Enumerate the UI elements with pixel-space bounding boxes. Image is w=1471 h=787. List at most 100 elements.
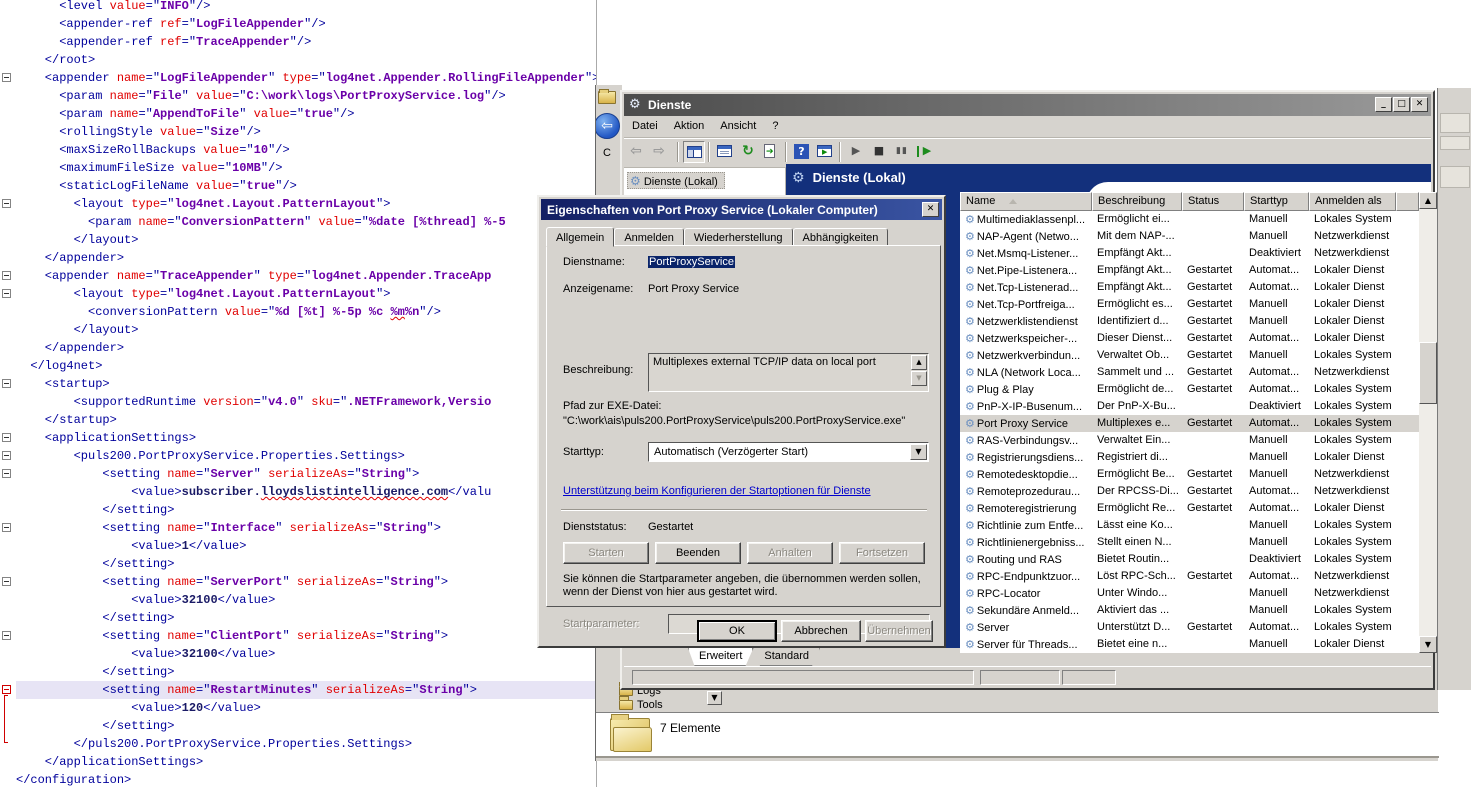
maximize-button[interactable]: □ <box>1393 97 1410 112</box>
table-row[interactable]: ⚙Net.Msmq-Listener...Empfängt Akt...Deak… <box>960 245 1419 262</box>
starten-button[interactable]: Starten <box>563 542 649 564</box>
table-row[interactable]: ⚙NLA (Network Loca...Sammelt und ...Gest… <box>960 364 1419 381</box>
back-icon[interactable]: ⇦ <box>625 141 647 163</box>
services-table[interactable]: NameBeschreibungStatusStarttypAnmelden a… <box>960 192 1437 653</box>
dialog-close-button[interactable]: ✕ <box>922 202 939 217</box>
fold-toggle-icon[interactable] <box>2 271 11 280</box>
beschreibung-box[interactable]: Multiplexes external TCP/IP data on loca… <box>648 353 929 392</box>
table-row[interactable]: ⚙RemoteregistrierungErmöglicht Re...Gest… <box>960 500 1419 517</box>
extended-view-icon[interactable] <box>814 141 836 163</box>
table-row[interactable]: ⚙Sekundäre Anmeld...Aktiviert das ...Man… <box>960 602 1419 619</box>
menu-item-ansicht[interactable]: Ansicht <box>712 116 764 138</box>
restart-service-icon[interactable]: ▶ <box>914 141 936 163</box>
tab-allgemein[interactable]: Allgemein <box>546 227 614 247</box>
table-row[interactable]: ⚙Server für Threads...Bietet eine n...Ma… <box>960 636 1419 653</box>
table-row[interactable]: ⚙PnP-X-IP-Busenum...Der PnP-X-Bu...Deakt… <box>960 398 1419 415</box>
table-row[interactable]: ⚙Net.Pipe-Listenera...Empfängt Akt...Ges… <box>960 262 1419 279</box>
ok-button[interactable]: OK <box>697 620 777 642</box>
fold-toggle-icon[interactable] <box>2 631 11 640</box>
scrollbar-thumb[interactable] <box>1419 342 1437 404</box>
tab-wiederherstellung[interactable]: Wiederherstellung <box>684 228 793 246</box>
table-row[interactable]: ⚙Richtlinie zum Entfe...Lässt eine Ko...… <box>960 517 1419 534</box>
menu-item-datei[interactable]: Datei <box>624 116 666 138</box>
minimize-button[interactable]: _ <box>1375 97 1392 112</box>
chevron-down-icon[interactable]: ▼ <box>910 444 927 460</box>
column-header-beschreibung[interactable]: Beschreibung <box>1092 192 1182 211</box>
table-scrollbar[interactable]: ▲ ▼ <box>1419 192 1437 653</box>
fold-toggle-icon[interactable] <box>2 379 11 388</box>
table-row[interactable]: ⚙Richtlinienergebniss...Stellt einen N..… <box>960 534 1419 551</box>
table-row[interactable]: ⚙NAP-Agent (Netwo...Mit dem NAP-...Manue… <box>960 228 1419 245</box>
table-cell: ⚙Multimediaklassenpl... <box>960 211 1092 228</box>
fold-toggle-icon[interactable] <box>2 289 11 298</box>
beenden-button[interactable]: Beenden <box>655 542 741 564</box>
refresh-icon[interactable]: ↻ <box>737 141 759 163</box>
start-service-icon[interactable]: ▶ <box>845 141 867 163</box>
table-row[interactable]: ⚙Multimediaklassenpl...Ermöglicht ei...M… <box>960 211 1419 228</box>
column-header-anmelden-als[interactable]: Anmelden als <box>1309 192 1396 211</box>
startoptions-help-link[interactable]: Unterstützung beim Konfigurieren der Sta… <box>563 485 871 497</box>
editor-fold-gutter[interactable] <box>0 0 16 787</box>
table-row[interactable]: ⚙Remoteprozedurau...Der RPCSS-Di...Gesta… <box>960 483 1419 500</box>
show-console-tree-icon[interactable] <box>683 141 705 163</box>
table-row[interactable]: ⚙Netzwerkverbindun...Verwaltet Ob...Gest… <box>960 347 1419 364</box>
anhalten-button[interactable]: Anhalten <box>747 542 833 564</box>
table-row[interactable]: ⚙Net.Tcp-Listenerad...Empfängt Akt...Ges… <box>960 279 1419 296</box>
table-row[interactable]: ⚙Remotedesktopdie...Ermöglicht Be...Gest… <box>960 466 1419 483</box>
fold-toggle-icon[interactable] <box>2 469 11 478</box>
code-line: </log4net> <box>16 357 597 375</box>
starttyp-combobox[interactable]: Automatisch (Verzögerter Start) ▼ <box>648 442 929 462</box>
code-editor[interactable]: <level value="INFO"/> <appender-ref ref=… <box>0 0 597 787</box>
folder-item[interactable]: Tools <box>619 699 663 712</box>
table-row[interactable]: ⚙RPC-Endpunktzuor...Löst RPC-Sch...Gesta… <box>960 568 1419 585</box>
view-tab-erweitert[interactable]: Erweitert <box>688 648 753 666</box>
dienstname-value[interactable]: PortProxyService <box>648 256 735 268</box>
menu-item-help[interactable]: ? <box>764 116 786 138</box>
uebernehmen-button[interactable]: Übernehmen <box>865 620 933 642</box>
table-cell: Gestartet <box>1182 500 1244 517</box>
stop-service-icon[interactable]: ■ <box>868 141 890 163</box>
fold-toggle-icon[interactable] <box>2 523 11 532</box>
fold-toggle-icon[interactable] <box>2 433 11 442</box>
fold-toggle-icon[interactable] <box>2 199 11 208</box>
fold-toggle-icon[interactable] <box>2 577 11 586</box>
scroll-up-button[interactable]: ▲ <box>1419 192 1437 209</box>
table-row[interactable]: ⚙Net.Tcp-Portfreiga...Ermöglicht es...Ge… <box>960 296 1419 313</box>
table-row[interactable]: ⚙Routing und RASBietet Routin...Deaktivi… <box>960 551 1419 568</box>
fold-toggle-icon[interactable] <box>2 73 11 82</box>
table-row[interactable]: ⚙RAS-Verbindungsv...Verwaltet Ein...Manu… <box>960 432 1419 449</box>
scroll-down-button[interactable]: ▼ <box>1419 636 1437 653</box>
services-titlebar[interactable]: ⚙ Dienste _□✕ <box>624 94 1431 116</box>
menu-item-aktion[interactable]: Aktion <box>666 116 713 138</box>
help-icon[interactable]: ? <box>791 141 813 163</box>
table-row[interactable]: ⚙NetzwerklistendienstIdentifiziert d...G… <box>960 313 1419 330</box>
scroll-down-button[interactable]: ▼ <box>911 371 927 386</box>
dialog-titlebar[interactable]: Eigenschaften von Port Proxy Service (Lo… <box>541 199 942 220</box>
column-header-name[interactable]: Name <box>960 192 1092 211</box>
close-button[interactable]: ✕ <box>1411 97 1428 112</box>
tab-abhngigkeiten[interactable]: Abhängigkeiten <box>793 228 889 246</box>
scroll-up-button[interactable]: ▲ <box>911 355 927 370</box>
abbrechen-button[interactable]: Abbrechen <box>781 620 861 642</box>
table-row[interactable]: ⚙RPC-LocatorUnter Windo...ManuellNetzwer… <box>960 585 1419 602</box>
column-header-filler[interactable] <box>1396 192 1419 211</box>
export-list-icon[interactable] <box>760 141 782 163</box>
dropdown-button[interactable]: ▼ <box>707 691 722 705</box>
fold-toggle-icon[interactable] <box>2 685 11 694</box>
view-tab-standard[interactable]: Standard <box>753 648 820 666</box>
properties-icon[interactable] <box>714 141 736 163</box>
fold-toggle-icon[interactable] <box>2 451 11 460</box>
table-row[interactable]: ⚙Port Proxy ServiceMultiplexes e...Gesta… <box>960 415 1419 432</box>
tree-item-dienste-lokal[interactable]: ⚙ Dienste (Lokal) <box>627 172 725 189</box>
table-row[interactable]: ⚙Netzwerkspeicher-...Dieser Dienst...Ges… <box>960 330 1419 347</box>
table-row[interactable]: ⚙Plug & PlayErmöglicht de...GestartetAut… <box>960 381 1419 398</box>
table-row[interactable]: ⚙Registrierungsdiens...Registriert di...… <box>960 449 1419 466</box>
back-button[interactable]: ⇦ <box>595 113 620 139</box>
pause-service-icon[interactable]: ▮▮ <box>891 141 913 163</box>
fortsetzen-button[interactable]: Fortsetzen <box>839 542 925 564</box>
tab-anmelden[interactable]: Anmelden <box>614 228 684 246</box>
column-header-starttyp[interactable]: Starttyp <box>1244 192 1309 211</box>
column-header-status[interactable]: Status <box>1182 192 1244 211</box>
table-row[interactable]: ⚙ServerUnterstützt D...GestartetAutomat.… <box>960 619 1419 636</box>
forward-icon[interactable]: ⇨ <box>648 141 670 163</box>
